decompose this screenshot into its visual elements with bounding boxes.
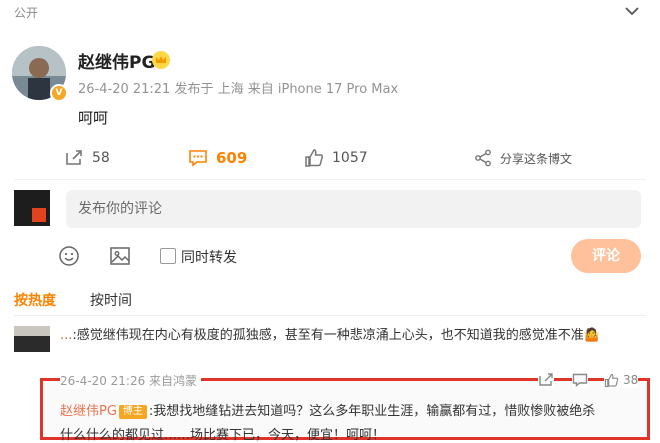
post-text: 呵呵 (78, 109, 109, 127)
like-action[interactable]: 1057 (304, 148, 368, 168)
share-action[interactable]: 分享这条博文 (474, 148, 572, 168)
comment-action[interactable]: 609 (188, 148, 247, 168)
author-avatar[interactable]: V (12, 46, 68, 102)
post-meta: 26-4-20 21:21 发布于 上海 来自 iPhone 17 Pro Ma… (78, 82, 399, 97)
share-icon (475, 149, 491, 167)
commenter-name[interactable]: ... (60, 328, 72, 343)
visibility-label: 公开 (14, 6, 39, 20)
crown-icon (152, 51, 170, 69)
repost-action[interactable]: 58 (64, 148, 110, 168)
commenter-avatar[interactable] (14, 326, 50, 352)
comment-like-count: 38 (623, 373, 639, 387)
divider (14, 179, 646, 180)
chevron-down-icon[interactable] (624, 4, 640, 18)
author-name[interactable]: 赵继伟PG (78, 48, 155, 73)
repost-count: 58 (92, 150, 110, 166)
emoji-icon[interactable] (58, 245, 80, 267)
author-tag-badge: 博主 (118, 405, 147, 419)
share-label: 分享这条博文 (500, 151, 573, 166)
tabs-divider (14, 315, 646, 316)
comment-count: 609 (216, 149, 248, 167)
reply-text: 赵继伟PG 博主:我想找地缝钻进去知道吗？这么多年职业生涯，输赢都有过，惜败惨败被… (60, 400, 644, 424)
reply-body-continued: 什么什么的都见过……场比赛下已，今天，便宜！呵呵！ (60, 428, 386, 443)
repost-checkbox-label[interactable]: 同时转发 (181, 247, 237, 267)
comment-reply-icon[interactable] (572, 372, 588, 388)
tab-sort-by-time[interactable]: 按时间 (90, 290, 132, 310)
reply-author-name[interactable]: 赵继伟PG (60, 404, 117, 419)
current-user-avatar (14, 190, 50, 226)
comment-meta: 26-4-20 21:26 来自鸿蒙 (60, 372, 202, 389)
repost-checkbox[interactable] (160, 248, 176, 264)
verified-badge: V (50, 84, 68, 102)
image-icon[interactable] (109, 245, 131, 267)
comment-text: ...:感觉继伟现在内心有极度的孤独感，甚至有一种悲凉涌上心头，也不知道我的感觉… (60, 324, 644, 348)
repost-icon (66, 150, 82, 165)
tab-sort-by-hot[interactable]: 按热度 (14, 290, 56, 310)
comment-input[interactable] (66, 190, 641, 228)
like-icon (305, 149, 324, 167)
comment-like-action[interactable]: 38 (604, 372, 639, 388)
comment-like-icon (604, 373, 619, 387)
reply-body: :我想找地缝钻进去知道吗？这么多年职业生涯，输赢都有过，惜败惨败被绝杀 (148, 404, 596, 419)
like-count: 1057 (332, 150, 368, 166)
submit-comment-button[interactable]: 评论 (571, 239, 641, 273)
comment-repost-icon[interactable] (538, 372, 554, 388)
comment-body: :感觉继伟现在内心有极度的孤独感，甚至有一种悲凉涌上心头，也不知道我的感觉准不准… (72, 328, 600, 343)
comment-icon (189, 150, 207, 167)
